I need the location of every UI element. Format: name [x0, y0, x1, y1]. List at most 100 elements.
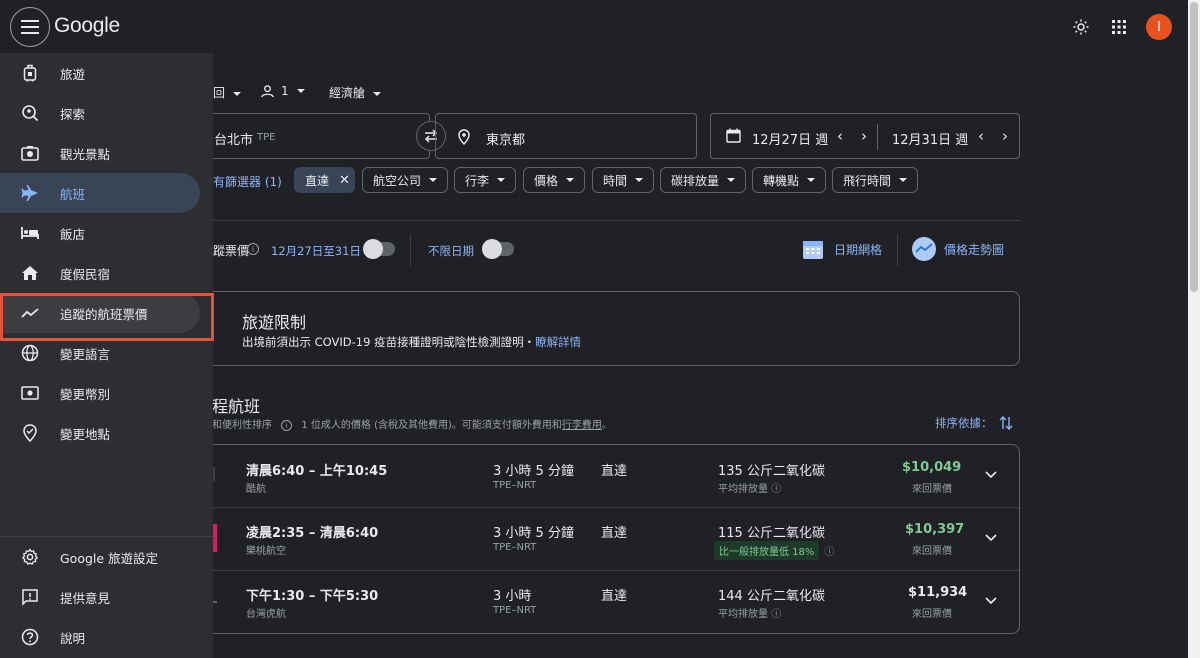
- hamburger-menu-icon: [21, 20, 39, 34]
- depart-date[interactable]: 12月27日 週: [752, 129, 828, 148]
- all-filters-button[interactable]: 有篩選器 (1): [213, 173, 282, 190]
- sidebar-item-label: Google 旅遊設定: [60, 550, 159, 566]
- sidebar-item-location[interactable]: 變更地點: [0, 413, 200, 453]
- remove-filter-icon[interactable]: ✕: [339, 173, 350, 188]
- help-icon: [20, 627, 40, 647]
- google-logo[interactable]: Google: [54, 14, 120, 38]
- origin-field[interactable]: 台北市 TPE: [200, 113, 430, 159]
- return-next-button[interactable]: ›: [1002, 127, 1008, 145]
- apps-button[interactable]: [1108, 16, 1130, 38]
- sidebar-item-travel-settings[interactable]: Google 旅遊設定: [0, 537, 200, 577]
- return-date[interactable]: 12月31日 週: [892, 129, 968, 148]
- flight-row[interactable]: 下午1:30 – 下午5:30 台灣虎航 3 小時 TPE–NRT 直達 144…: [201, 571, 1019, 633]
- airline-name: 台灣虎航: [246, 609, 286, 620]
- sidebar-item-help[interactable]: 說明: [0, 617, 200, 657]
- sidebar-item-flights[interactable]: 航班: [0, 173, 200, 213]
- date-grid-button[interactable]: 日期網格: [802, 238, 882, 260]
- info-icon: ⓘ: [771, 484, 782, 495]
- emissions-badge-wrap: 比一般排放量低 18% ⓘ: [714, 541, 834, 560]
- filters-divider: [200, 220, 1020, 221]
- learn-more-link[interactable]: 瞭解詳情: [535, 335, 581, 349]
- expand-chevron-icon[interactable]: [985, 597, 997, 605]
- feedback-icon: [20, 587, 40, 607]
- sidebar-item-label: 說明: [60, 630, 86, 646]
- flight-row[interactable]: 凌晨2:35 – 清晨6:40 樂桃航空 3 小時 5 分鐘 TPE–NRT 直…: [201, 508, 1019, 570]
- expand-chevron-icon[interactable]: [985, 534, 997, 542]
- travel-restrictions-card: 旅遊限制 出境前須出示 COVID-19 疫苗接種證明或陰性檢測證明・瞭解詳情: [200, 291, 1020, 366]
- theme-toggle-button[interactable]: [1070, 16, 1092, 38]
- account-avatar[interactable]: I: [1146, 14, 1172, 40]
- info-icon[interactable]: i: [247, 243, 259, 255]
- flight-results-list: 清晨6:40 – 上午10:45 酷航 3 小時 5 分鐘 TPE–NRT 直達…: [200, 444, 1020, 634]
- sidebar-item-hotels[interactable]: 飯店: [0, 213, 200, 253]
- sidebar-item-label: 變更語言: [60, 346, 111, 362]
- depart-next-button[interactable]: ›: [861, 127, 867, 145]
- flight-stops: 直達: [601, 589, 628, 604]
- page-scrollbar[interactable]: [1188, 0, 1200, 658]
- filter-chip-times[interactable]: 時間: [592, 167, 654, 193]
- hotel-bed-icon: [20, 223, 40, 243]
- any-dates-label: 不限日期: [428, 244, 474, 258]
- sidebar-item-things-to-do[interactable]: 觀光景點: [0, 133, 200, 173]
- track-prices-label: 蹤票價: [213, 244, 250, 258]
- sidebar-item-feedback[interactable]: 提供意見: [0, 577, 200, 617]
- trip-type-dropdown[interactable]: 回: [213, 84, 242, 101]
- flight-route: TPE–NRT: [493, 480, 537, 491]
- sidebar-item-label: 觀光景點: [60, 146, 111, 162]
- filter-chip-connecting[interactable]: 轉機點: [752, 167, 826, 193]
- info-icon[interactable]: ⓘ: [824, 543, 834, 558]
- date-grid-icon: [803, 241, 823, 259]
- destination-field[interactable]: 東京都: [435, 113, 697, 159]
- info-icon: ⓘ: [771, 609, 782, 620]
- filter-chip-duration[interactable]: 飛行時間: [832, 167, 918, 193]
- any-dates-toggle[interactable]: [482, 239, 514, 259]
- sidebar-item-explore[interactable]: 探索: [0, 93, 200, 133]
- track-dates-toggle[interactable]: [363, 239, 395, 259]
- track-date-range: 12月27日至31日: [271, 244, 361, 258]
- flight-icon: [20, 183, 40, 203]
- filter-chip-emissions[interactable]: 碳排放量: [660, 167, 746, 193]
- sidebar-item-label: 航班: [60, 186, 86, 202]
- sidebar-item-label: 提供意見: [60, 590, 111, 606]
- sidebar-item-label: 飯店: [60, 226, 86, 242]
- date-field[interactable]: 12月27日 週 ‹ › 12月31日 週 ‹ ›: [710, 113, 1020, 159]
- notice-title: 旅遊限制: [242, 313, 307, 332]
- sidebar-item-travel[interactable]: 旅遊: [0, 53, 200, 93]
- navigation-drawer: 旅遊 探索 觀光景點 航班 飯店 度假民宿 追蹤的航班票價 變更語言 變更幣別 …: [0, 53, 213, 658]
- depart-prev-button[interactable]: ‹: [837, 127, 843, 145]
- filter-chip-nonstop[interactable]: 直達 ✕: [294, 167, 355, 193]
- flight-row[interactable]: 清晨6:40 – 上午10:45 酷航 3 小時 5 分鐘 TPE–NRT 直達…: [201, 445, 1019, 507]
- price-graph-button[interactable]: 價格走勢圖: [912, 237, 1004, 261]
- emissions-badge: 比一般排放量低 18%: [714, 541, 820, 560]
- results-title: 程航班: [212, 397, 261, 416]
- return-prev-button[interactable]: ‹: [978, 127, 984, 145]
- globe-icon: [20, 343, 40, 363]
- filter-chip-bags[interactable]: 行李: [454, 167, 516, 193]
- flight-duration: 3 小時: [493, 589, 532, 604]
- info-icon[interactable]: i: [281, 420, 293, 431]
- filter-chip-price[interactable]: 價格: [523, 167, 585, 193]
- expand-chevron-icon[interactable]: [985, 471, 997, 479]
- emissions-note: 平均排放量 ⓘ: [718, 484, 782, 495]
- tracking-divider: [410, 234, 411, 266]
- flight-route: TPE–NRT: [493, 605, 537, 616]
- sidebar-item-currency[interactable]: 變更幣別: [0, 373, 200, 413]
- annotation-highlight-box: [0, 293, 214, 341]
- destination-city: 東京都: [486, 133, 526, 148]
- origin-city: 台北市: [214, 133, 254, 148]
- filter-chip-airlines[interactable]: 航空公司: [362, 167, 448, 193]
- sidebar-item-vacation-rentals[interactable]: 度假民宿: [0, 253, 200, 293]
- house-icon: [20, 263, 40, 283]
- flight-price: $10,049: [902, 460, 962, 475]
- location-pin-icon: [458, 129, 470, 145]
- flight-stops: 直達: [601, 526, 628, 541]
- sidebar-item-label: 變更幣別: [60, 386, 111, 402]
- cabin-class-dropdown[interactable]: 經濟艙: [329, 84, 382, 101]
- passengers-dropdown[interactable]: 1: [261, 84, 305, 98]
- sort-by-button[interactable]: 排序依據：: [935, 415, 1013, 431]
- bag-fees-link[interactable]: 行李費用: [562, 420, 602, 431]
- scrollbar-thumb[interactable]: [1190, 2, 1198, 292]
- flight-duration: 3 小時 5 分鐘: [493, 526, 574, 541]
- main-menu-button[interactable]: [10, 7, 50, 47]
- flight-emissions: 144 公斤二氧化碳: [718, 589, 825, 604]
